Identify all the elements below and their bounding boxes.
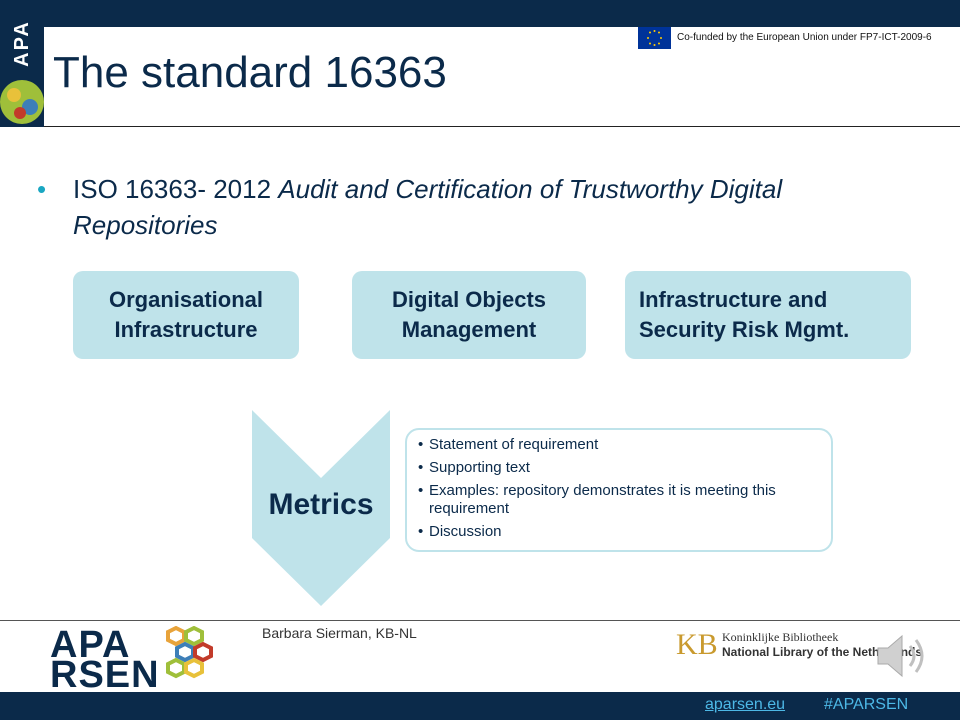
kb-logo-mark: KB bbox=[676, 628, 718, 661]
metrics-detail-list: Statement of requirement Supporting text… bbox=[418, 436, 818, 546]
apa-side-logo: APA bbox=[0, 0, 44, 127]
slide-author: Barbara Sierman, KB-NL bbox=[262, 625, 417, 641]
speaker-icon[interactable] bbox=[874, 628, 934, 684]
aparsen-logo-line2: RSEN bbox=[50, 654, 160, 696]
bullet-dot-icon: • bbox=[37, 174, 47, 204]
metrics-item: Discussion bbox=[418, 523, 818, 541]
bottom-bar bbox=[0, 692, 960, 720]
top-bar bbox=[0, 0, 960, 27]
aparsen-hashtag: #APARSEN bbox=[824, 696, 909, 713]
box-digital-objects-management: Digital Objects Management bbox=[352, 271, 586, 359]
slide-title: The standard 16363 bbox=[53, 48, 447, 97]
footer-divider bbox=[0, 620, 960, 621]
title-divider bbox=[44, 126, 960, 127]
eu-flag-icon bbox=[638, 27, 671, 49]
apa-side-logo-text: APA bbox=[10, 19, 33, 67]
metrics-label: Metrics bbox=[268, 488, 374, 521]
metrics-item: Examples: repository demonstrates it is … bbox=[418, 482, 818, 518]
hexagon-cluster-icon bbox=[166, 626, 213, 679]
aparsen-logo: APA RSEN bbox=[48, 624, 218, 696]
box-infrastructure-security: Infrastructure and Security Risk Mgmt. bbox=[625, 271, 911, 359]
bullet-prefix: ISO 16363- 2012 bbox=[73, 174, 279, 204]
metrics-item: Supporting text bbox=[418, 459, 818, 477]
kb-logo-line1: Koninklijke Bibliotheek bbox=[722, 630, 839, 644]
metrics-item: Statement of requirement bbox=[418, 436, 818, 454]
globe-icon bbox=[0, 80, 44, 124]
cofunding-note: Co-funded by the European Union under FP… bbox=[677, 32, 932, 43]
aparsen-website-link[interactable]: aparsen.eu bbox=[705, 696, 785, 714]
box-organisational-infrastructure: Organisational Infrastructure bbox=[73, 271, 299, 359]
